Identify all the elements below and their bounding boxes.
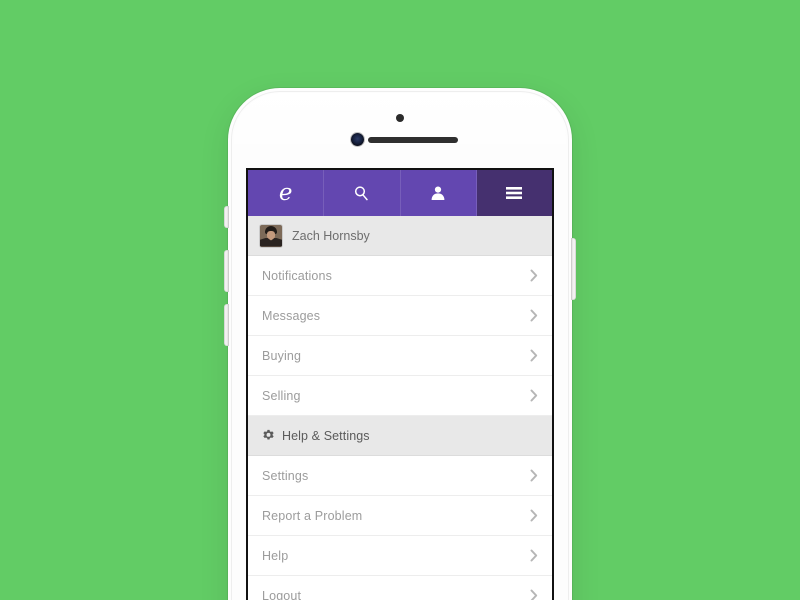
chevron-right-icon <box>530 549 538 562</box>
front-camera-icon <box>351 133 364 146</box>
list-item[interactable]: Buying <box>248 336 552 376</box>
power-button[interactable] <box>571 238 576 300</box>
proximity-sensor-icon <box>396 114 404 122</box>
list-item-label: Settings <box>262 468 309 483</box>
list-item-label: Selling <box>262 388 301 403</box>
nav-tab-account[interactable] <box>401 170 477 216</box>
chevron-right-icon <box>530 469 538 482</box>
profile-row[interactable]: Zach Hornsby <box>248 216 552 256</box>
list-item-label: Buying <box>262 348 302 363</box>
list-item-label: Help <box>262 548 289 563</box>
chevron-right-icon <box>530 269 538 282</box>
chevron-right-icon <box>530 389 538 402</box>
chevron-right-icon <box>530 589 538 600</box>
ebay-logo-icon: e <box>278 179 293 206</box>
list-item-label: Logout <box>262 588 302 600</box>
nav-tab-home[interactable]: e <box>248 170 325 216</box>
nav-tab-menu[interactable] <box>476 170 552 216</box>
volume-down-button[interactable] <box>224 304 229 346</box>
person-icon <box>430 185 446 201</box>
phone-device: e Zach Hornsby Notifications Messages Bu… <box>224 88 576 600</box>
silent-switch-button[interactable] <box>224 206 229 228</box>
menu-list: Zach Hornsby Notifications Messages Buyi… <box>248 216 552 600</box>
search-icon <box>353 185 370 202</box>
phone-gloss-highlight <box>234 93 566 163</box>
chevron-right-icon <box>530 349 538 362</box>
list-item[interactable]: Help <box>248 536 552 576</box>
section-header-label: Help & Settings <box>282 428 370 443</box>
list-item[interactable]: Report a Problem <box>248 496 552 536</box>
hamburger-icon <box>505 186 523 200</box>
list-item[interactable]: Logout <box>248 576 552 600</box>
phone-screen: e Zach Hornsby Notifications Messages Bu… <box>248 170 552 600</box>
chevron-right-icon <box>530 309 538 322</box>
list-item-label: Messages <box>262 308 321 323</box>
profile-name: Zach Hornsby <box>292 228 370 243</box>
list-item[interactable]: Selling <box>248 376 552 416</box>
list-item[interactable]: Settings <box>248 456 552 496</box>
app-nav-bar: e <box>248 170 552 216</box>
volume-up-button[interactable] <box>224 250 229 292</box>
list-item-label: Report a Problem <box>262 508 363 523</box>
avatar <box>260 224 282 247</box>
list-item-label: Notifications <box>262 268 333 283</box>
gear-icon <box>262 429 275 442</box>
chevron-right-icon <box>530 509 538 522</box>
nav-tab-search[interactable] <box>324 170 401 216</box>
list-item[interactable]: Messages <box>248 296 552 336</box>
list-item[interactable]: Notifications <box>248 256 552 296</box>
earpiece-speaker-icon <box>368 137 458 143</box>
section-header-help-settings: Help & Settings <box>248 416 552 456</box>
